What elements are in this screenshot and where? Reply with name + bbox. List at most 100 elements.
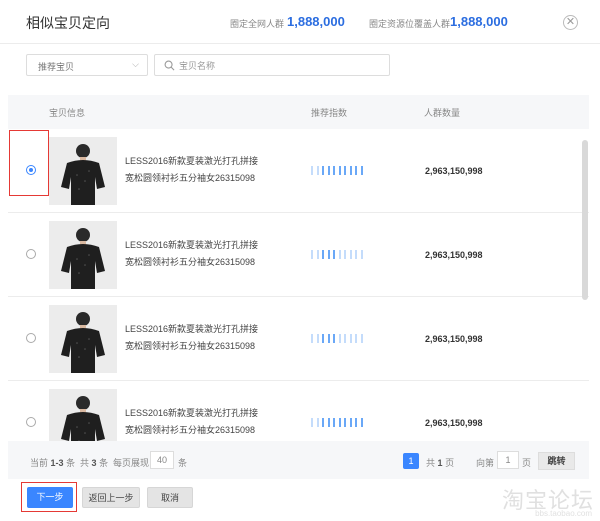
audience-count: 2,963,150,998: [425, 166, 483, 176]
recommend-bar: [322, 334, 324, 343]
recommend-bar: [327, 166, 330, 175]
product-name: LESS2016新款夏装激光打孔拼接 宽松圆领衬衫五分袖女26315098: [125, 408, 259, 435]
recommend-bar: [355, 418, 357, 427]
product-name: LESS2016新款夏装激光打孔拼接 宽松圆领衬衫五分袖女26315098: [125, 324, 259, 351]
similar-items-dialog: 相似宝贝定向 圈定全网人群 1,888,000 圈定资源位覆盖人群 1,888,…: [0, 0, 600, 521]
back-button[interactable]: 返回上一步: [82, 487, 140, 508]
recommend-bar: [322, 166, 324, 175]
stat-resource-value: 1,888,000: [450, 14, 508, 29]
stat-network-label: 圈定全网人群: [230, 19, 285, 29]
audience-count: 2,963,150,998: [425, 418, 483, 428]
recommend-bar: [316, 250, 319, 259]
product-name: LESS2016新款夏装激光打孔拼接 宽松圆领衬衫五分袖女26315098: [125, 240, 259, 267]
recommend-bar: [355, 334, 357, 343]
selection-highlight: [9, 130, 49, 196]
recommend-index-bars: [311, 334, 371, 343]
recommend-bar: [311, 250, 313, 259]
recommend-bar: [360, 166, 363, 175]
watermark-url: bbs.taobao.com: [535, 509, 592, 518]
audience-count: 2,963,150,998: [425, 334, 483, 344]
recommend-bar: [344, 250, 346, 259]
recommend-bar: [327, 418, 330, 427]
stat-resource-label: 圈定资源位覆盖人群: [369, 19, 451, 29]
recommend-bar: [349, 250, 352, 259]
recommend-bar: [338, 418, 341, 427]
product-thumbnail[interactable]: [49, 305, 117, 373]
watermark: 淘宝论坛 bbs.taobao.com: [470, 483, 598, 519]
row-radio[interactable]: [26, 333, 36, 343]
recommend-bar: [338, 166, 341, 175]
recommend-index-bars: [311, 250, 371, 259]
recommend-bar: [311, 334, 313, 343]
recommend-bar: [344, 418, 346, 427]
recommend-index-bars: [311, 418, 371, 427]
column-header-recommend: 推荐指数: [311, 108, 348, 118]
per-page-input[interactable]: 40: [150, 451, 174, 469]
product-name: LESS2016新款夏装激光打孔拼接 宽松圆领衬衫五分袖女26315098: [125, 156, 259, 183]
item-type-select-value: 推荐宝贝: [38, 62, 75, 72]
pager-goto-label: 向第: [476, 458, 495, 468]
recommend-bar: [355, 166, 357, 175]
pager-per-page-unit: 条: [178, 458, 188, 468]
search-icon: [164, 60, 175, 71]
recommend-bar: [316, 166, 319, 175]
recommend-bar: [316, 334, 319, 343]
recommend-bar: [349, 418, 352, 427]
product-thumbnail[interactable]: [49, 137, 117, 205]
audience-count: 2,963,150,998: [425, 250, 483, 260]
pagination-bar: 当前 1-3 条 共 3 条 每页展现 40 条 1 共 1 页 向第 1 页 …: [8, 441, 589, 479]
page-number-button[interactable]: 1: [403, 453, 419, 469]
recommend-bar: [333, 418, 335, 427]
recommend-bar: [322, 250, 324, 259]
recommend-bar: [333, 334, 335, 343]
recommend-bar: [338, 250, 341, 259]
dialog-header: 相似宝贝定向 圈定全网人群 1,888,000 圈定资源位覆盖人群 1,888,…: [0, 0, 600, 44]
close-icon[interactable]: ✕: [563, 15, 578, 30]
product-thumbnail[interactable]: [49, 221, 117, 289]
recommend-bar: [355, 250, 357, 259]
recommend-index-bars: [311, 166, 371, 175]
recommend-bar: [333, 166, 335, 175]
recommend-bar: [338, 334, 341, 343]
table-row[interactable]: LESS2016新款夏装激光打孔拼接 宽松圆领衬衫五分袖女26315098 2,…: [8, 297, 589, 381]
row-radio[interactable]: [26, 417, 36, 427]
recommend-bar: [360, 250, 363, 259]
recommend-bar: [344, 166, 346, 175]
cancel-button[interactable]: 取消: [147, 487, 193, 508]
search-input[interactable]: [179, 58, 379, 73]
recommend-bar: [327, 334, 330, 343]
table-row[interactable]: LESS2016新款夏装激光打孔拼接 宽松圆领衬衫五分袖女26315098 2,…: [8, 381, 589, 441]
recommend-bar: [360, 334, 363, 343]
recommend-bar: [349, 334, 352, 343]
column-header-item-info: 宝贝信息: [49, 108, 86, 118]
search-box[interactable]: [154, 54, 390, 76]
row-radio[interactable]: [26, 249, 36, 259]
recommend-bar: [311, 418, 313, 427]
product-thumbnail[interactable]: [49, 389, 117, 441]
recommend-bar: [360, 418, 363, 427]
row-radio[interactable]: [26, 165, 36, 175]
table-scrollbar[interactable]: [582, 140, 588, 300]
pager-per-page-label: 每页展现: [113, 458, 150, 468]
column-header-audience: 人群数量: [424, 108, 461, 118]
goto-page-input[interactable]: 1: [497, 451, 519, 469]
chevron-down-icon: ⌵: [132, 59, 139, 69]
pager-total: 共 3 条: [80, 458, 109, 468]
table-row[interactable]: LESS2016新款夏装激光打孔拼接 宽松圆领衬衫五分袖女26315098 2,…: [8, 129, 589, 213]
dialog-title: 相似宝贝定向: [26, 15, 110, 31]
recommend-bar: [344, 334, 346, 343]
table-header: 宝贝信息 推荐指数 人群数量: [8, 95, 589, 129]
stat-network-value: 1,888,000: [287, 14, 345, 29]
jump-button[interactable]: 跳转: [538, 452, 575, 470]
next-step-button[interactable]: 下一步: [27, 487, 73, 508]
pager-page-total: 共 1 页: [426, 458, 455, 468]
pager-goto-unit: 页: [522, 458, 532, 468]
recommend-bar: [316, 418, 319, 427]
table-row[interactable]: LESS2016新款夏装激光打孔拼接 宽松圆领衬衫五分袖女26315098 2,…: [8, 213, 589, 297]
recommend-bar: [333, 250, 335, 259]
recommend-bar: [327, 250, 330, 259]
recommend-bar: [349, 166, 352, 175]
recommend-bar: [311, 166, 313, 175]
pager-current: 当前 1-3 条: [30, 458, 76, 468]
item-type-select[interactable]: 推荐宝贝 ⌵: [26, 54, 148, 76]
